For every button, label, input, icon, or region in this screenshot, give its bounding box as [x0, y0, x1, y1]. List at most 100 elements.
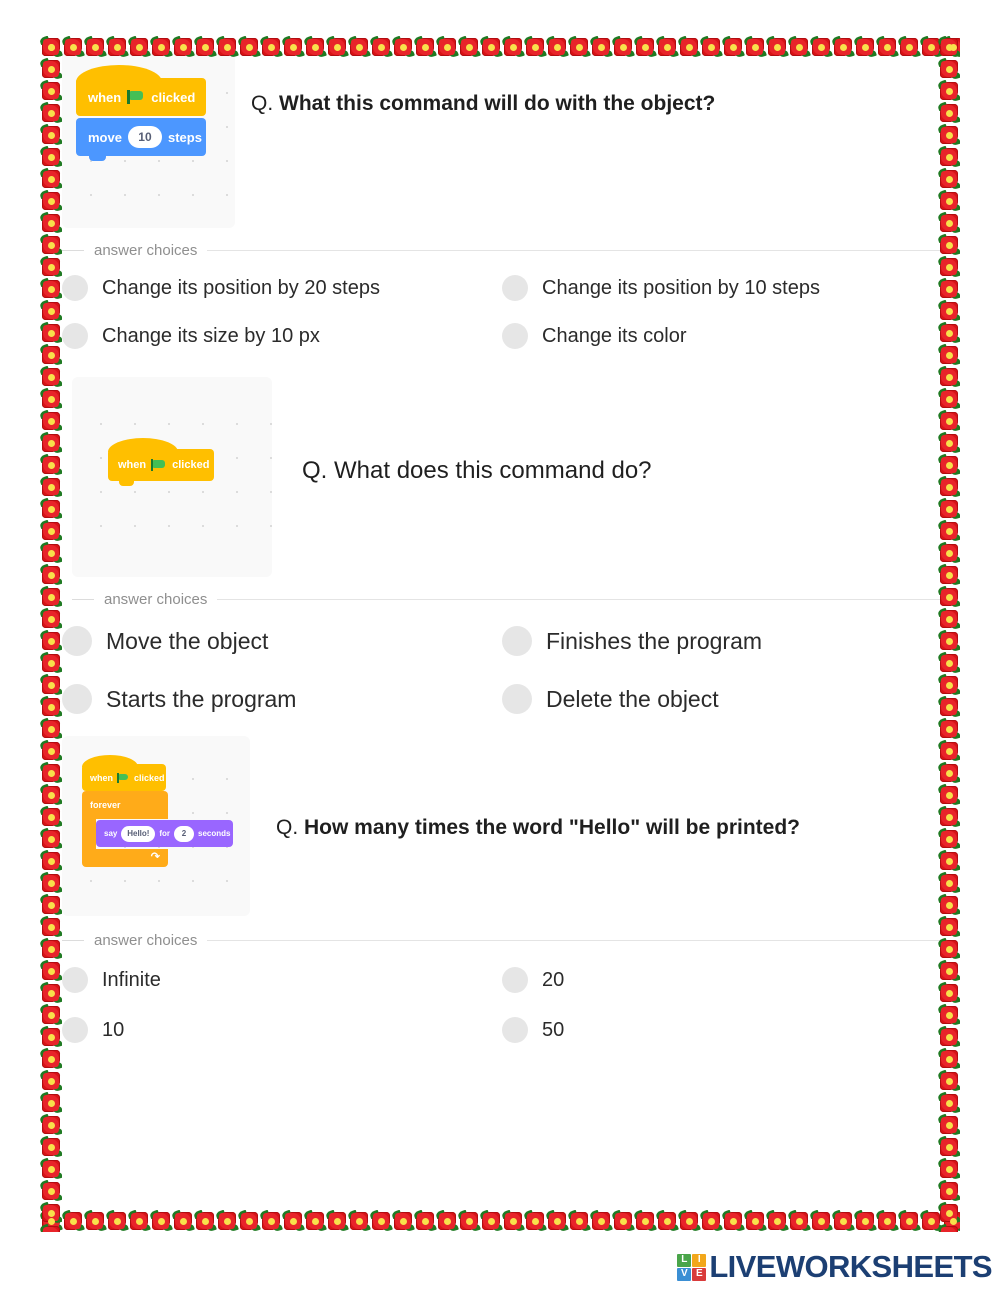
radio-button-icon[interactable] [62, 275, 88, 301]
flower-icon [40, 651, 62, 675]
flower-icon [40, 1223, 62, 1232]
say-message-input[interactable]: Hello! [121, 825, 156, 842]
flower-icon [677, 1210, 701, 1232]
steps-value-input[interactable]: 10 [127, 126, 162, 148]
question-1-row: when clicked move 10 steps Q. What this … [62, 48, 942, 228]
flower-icon [347, 1210, 371, 1232]
flower-icon [40, 79, 62, 103]
radio-button-icon[interactable] [502, 323, 528, 349]
answer-label: Change its position by 10 steps [542, 276, 820, 299]
question-3: when clicked forever say Hello! for 2 se… [62, 736, 942, 1043]
answer-option[interactable]: Finishes the program [502, 626, 942, 656]
radio-button-icon[interactable] [502, 684, 532, 714]
answer-label: Finishes the program [546, 627, 763, 654]
radio-button-icon[interactable] [62, 323, 88, 349]
answer-option[interactable]: 50 [502, 1017, 942, 1043]
flower-icon [40, 1135, 62, 1159]
flower-icon [413, 1210, 437, 1232]
flower-icon [40, 233, 62, 257]
answer-option[interactable]: Change its position by 20 steps [62, 275, 502, 301]
question-2-text: Q. What does this command do? [272, 377, 942, 485]
flower-icon [40, 167, 62, 191]
block-word-when: when [88, 89, 122, 105]
flower-icon [83, 1210, 107, 1232]
flower-icon [40, 1179, 62, 1203]
answer-option[interactable]: Delete the object [502, 684, 942, 714]
say-for-seconds-block: say Hello! for 2 seconds [96, 820, 233, 847]
flower-icon [721, 1210, 745, 1232]
flower-icon [938, 1223, 960, 1232]
flower-icon [523, 1210, 547, 1232]
flower-icon [567, 1210, 591, 1232]
question-prefix: Q. [276, 816, 299, 839]
border-left [40, 36, 62, 1232]
flower-icon [40, 783, 62, 807]
spine-bar [82, 819, 96, 849]
scratch-canvas-2: when clicked [72, 377, 272, 577]
answer-label: Delete the object [546, 685, 719, 712]
green-flag-icon [151, 459, 167, 471]
flower-icon [61, 1210, 85, 1232]
flower-icon [938, 1135, 960, 1159]
flower-icon [40, 981, 62, 1005]
radio-button-icon[interactable] [62, 684, 92, 714]
answer-option[interactable]: Move the object [62, 626, 502, 656]
flower-icon [40, 211, 62, 235]
flower-icon [40, 57, 62, 81]
answer-option[interactable]: Change its color [502, 323, 942, 349]
flower-icon [105, 1210, 129, 1232]
answer-option[interactable]: Infinite [62, 967, 502, 993]
answer-option[interactable]: 10 [62, 1017, 502, 1043]
flower-icon [40, 343, 62, 367]
answer-option[interactable]: 20 [502, 967, 942, 993]
flower-icon [40, 409, 62, 433]
block-notch [119, 481, 134, 486]
question-prefix: Q. [251, 92, 274, 115]
radio-button-icon[interactable] [62, 626, 92, 656]
flower-icon [40, 145, 62, 169]
answer-label: Starts the program [106, 685, 297, 712]
flower-icon [831, 1210, 855, 1232]
flower-icon [40, 761, 62, 785]
flower-icon [938, 1179, 960, 1203]
move-steps-block-1: move 10 steps [76, 118, 206, 161]
flower-icon [127, 1210, 151, 1232]
flower-icon [40, 453, 62, 477]
flower-icon [40, 1047, 62, 1071]
flower-icon [743, 1210, 767, 1232]
loop-arrow-icon: ↷ [150, 851, 160, 863]
say-seconds-input[interactable]: 2 [174, 825, 195, 842]
logo-tile-i: I [692, 1253, 707, 1267]
answer-choices-header-2: answer choices [72, 591, 942, 608]
flower-icon [40, 123, 62, 147]
flower-icon [938, 1069, 960, 1093]
flower-icon [193, 1210, 217, 1232]
answer-label: Change its color [542, 324, 687, 347]
flower-icon [699, 1210, 723, 1232]
rule-right [207, 250, 942, 251]
radio-button-icon[interactable] [502, 626, 532, 656]
answer-label: 20 [542, 968, 565, 991]
flower-icon [40, 937, 62, 961]
flower-icon [501, 1210, 525, 1232]
block-word-when: when [90, 772, 114, 783]
radio-button-icon[interactable] [502, 275, 528, 301]
answer-option[interactable]: Change its size by 10 px [62, 323, 502, 349]
when-flag-clicked-block-3: when clicked [82, 755, 166, 791]
radio-button-icon[interactable] [502, 1017, 528, 1043]
radio-button-icon[interactable] [502, 967, 528, 993]
flower-icon [938, 1157, 960, 1181]
answer-option[interactable]: Change its position by 10 steps [502, 275, 942, 301]
answer-option[interactable]: Starts the program [62, 684, 502, 714]
flower-icon [40, 849, 62, 873]
question-3-row: when clicked forever say Hello! for 2 se… [62, 736, 942, 916]
flower-icon [919, 1210, 943, 1232]
radio-button-icon[interactable] [62, 967, 88, 993]
flower-icon [938, 1047, 960, 1071]
answer-choices-label-2: answer choices [104, 591, 208, 608]
radio-button-icon[interactable] [62, 1017, 88, 1043]
block-word-clicked: clicked [172, 459, 210, 471]
flower-icon [40, 321, 62, 345]
block-word-clicked: clicked [151, 89, 196, 105]
answer-label: Move the object [106, 627, 269, 654]
